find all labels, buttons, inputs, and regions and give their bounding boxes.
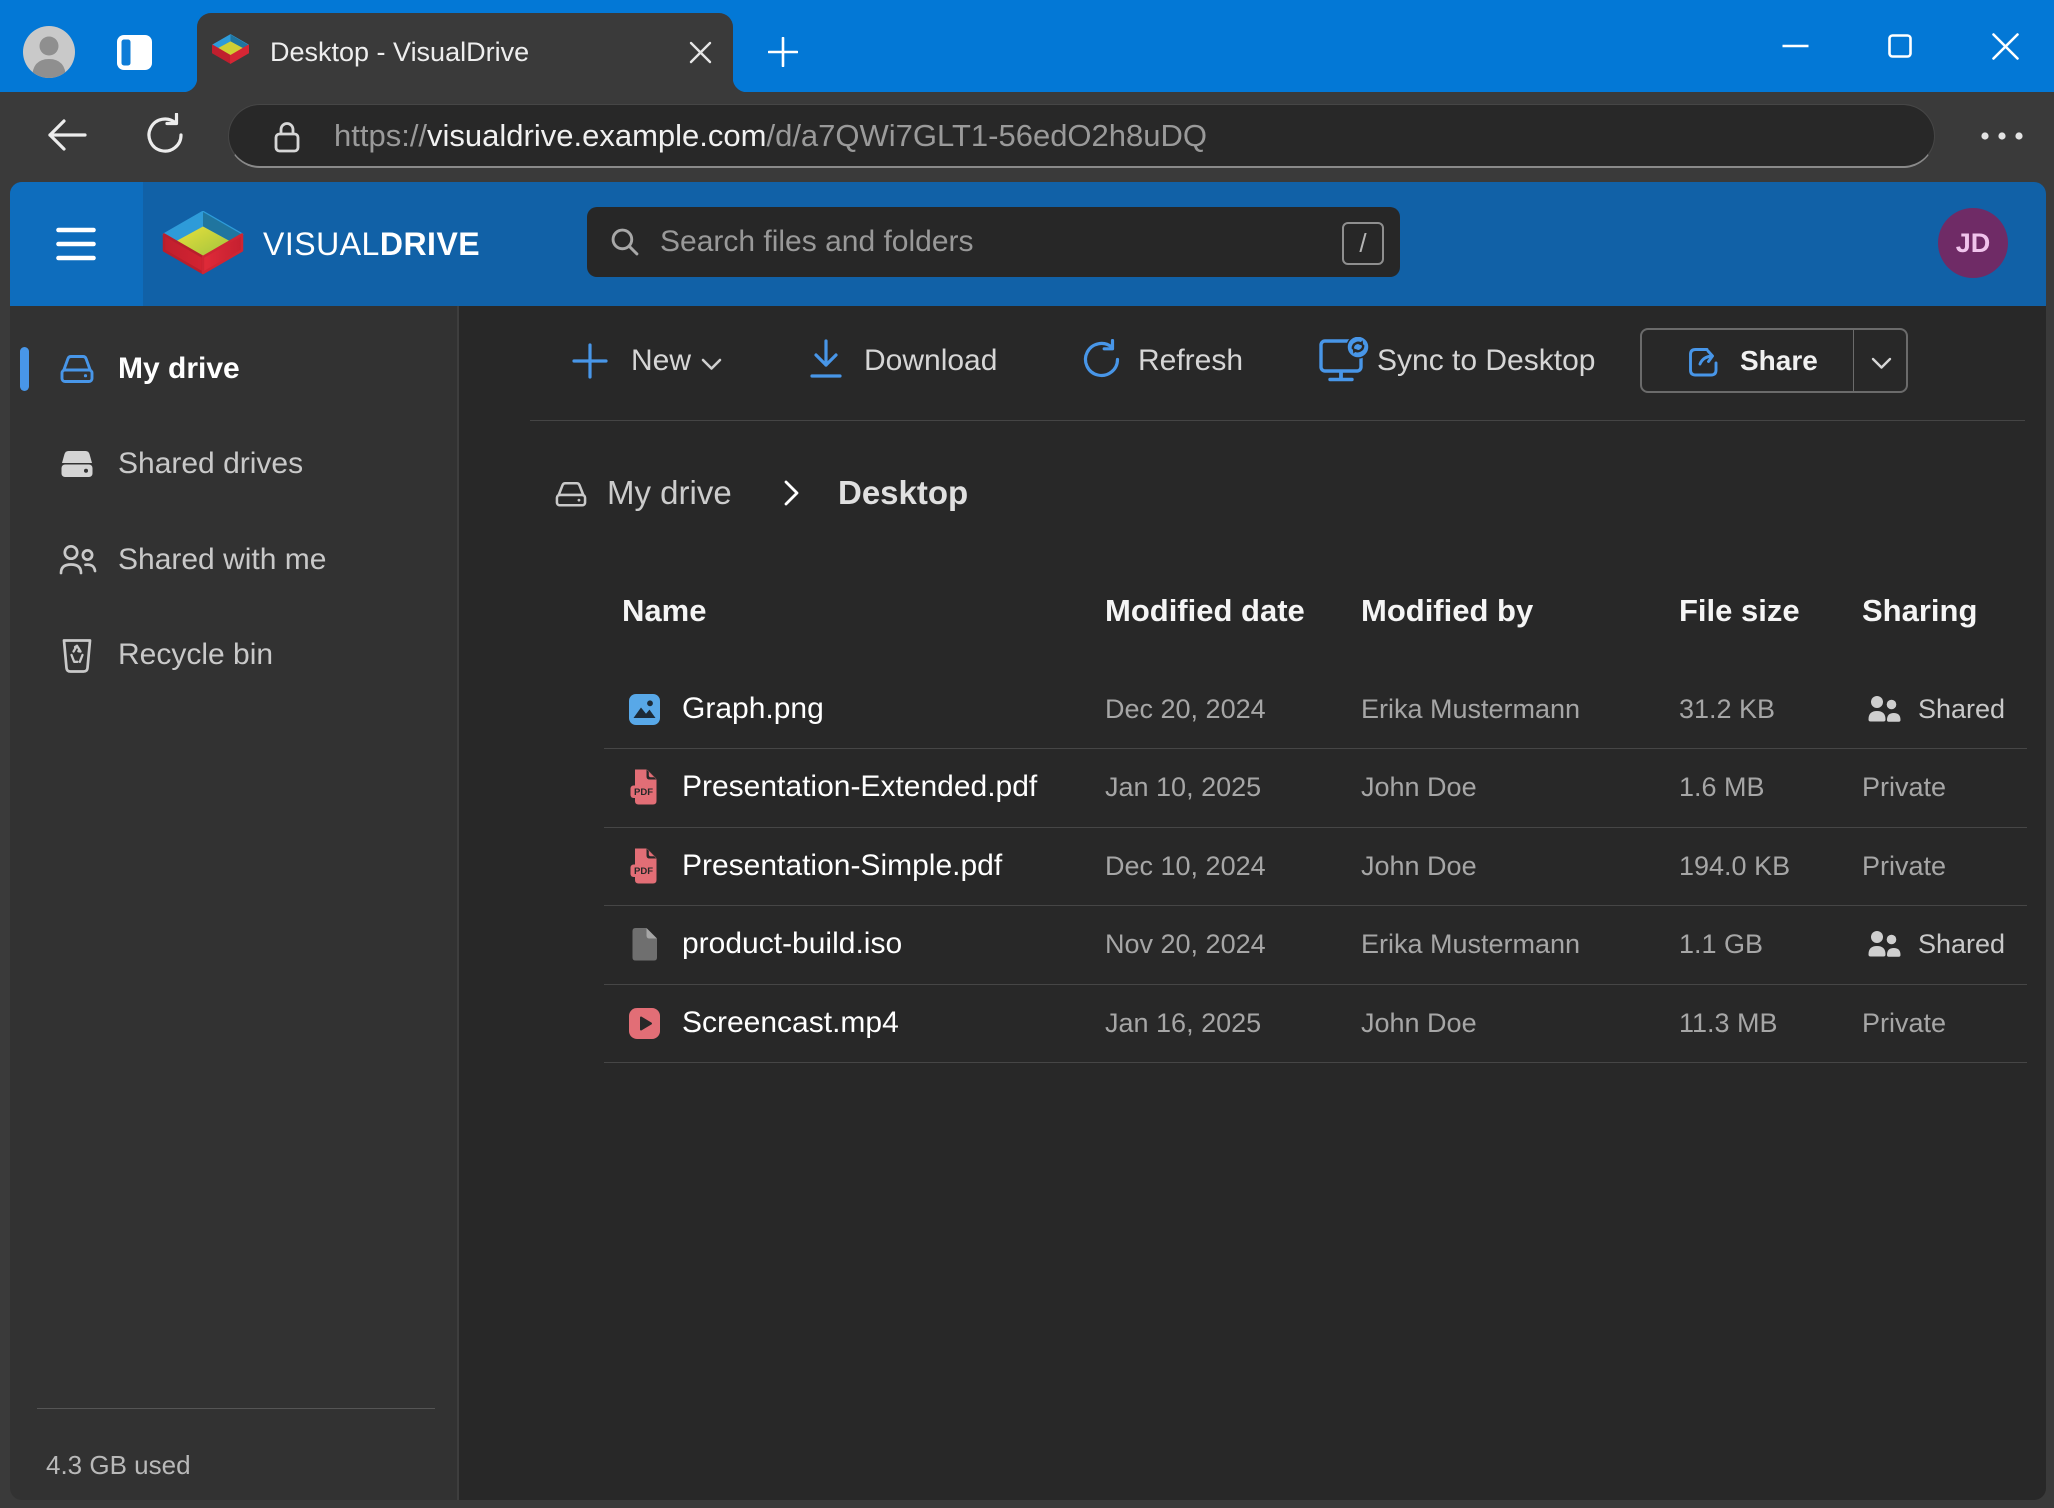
svg-text:PDF: PDF — [634, 866, 653, 877]
svg-text:PDF: PDF — [634, 787, 653, 798]
